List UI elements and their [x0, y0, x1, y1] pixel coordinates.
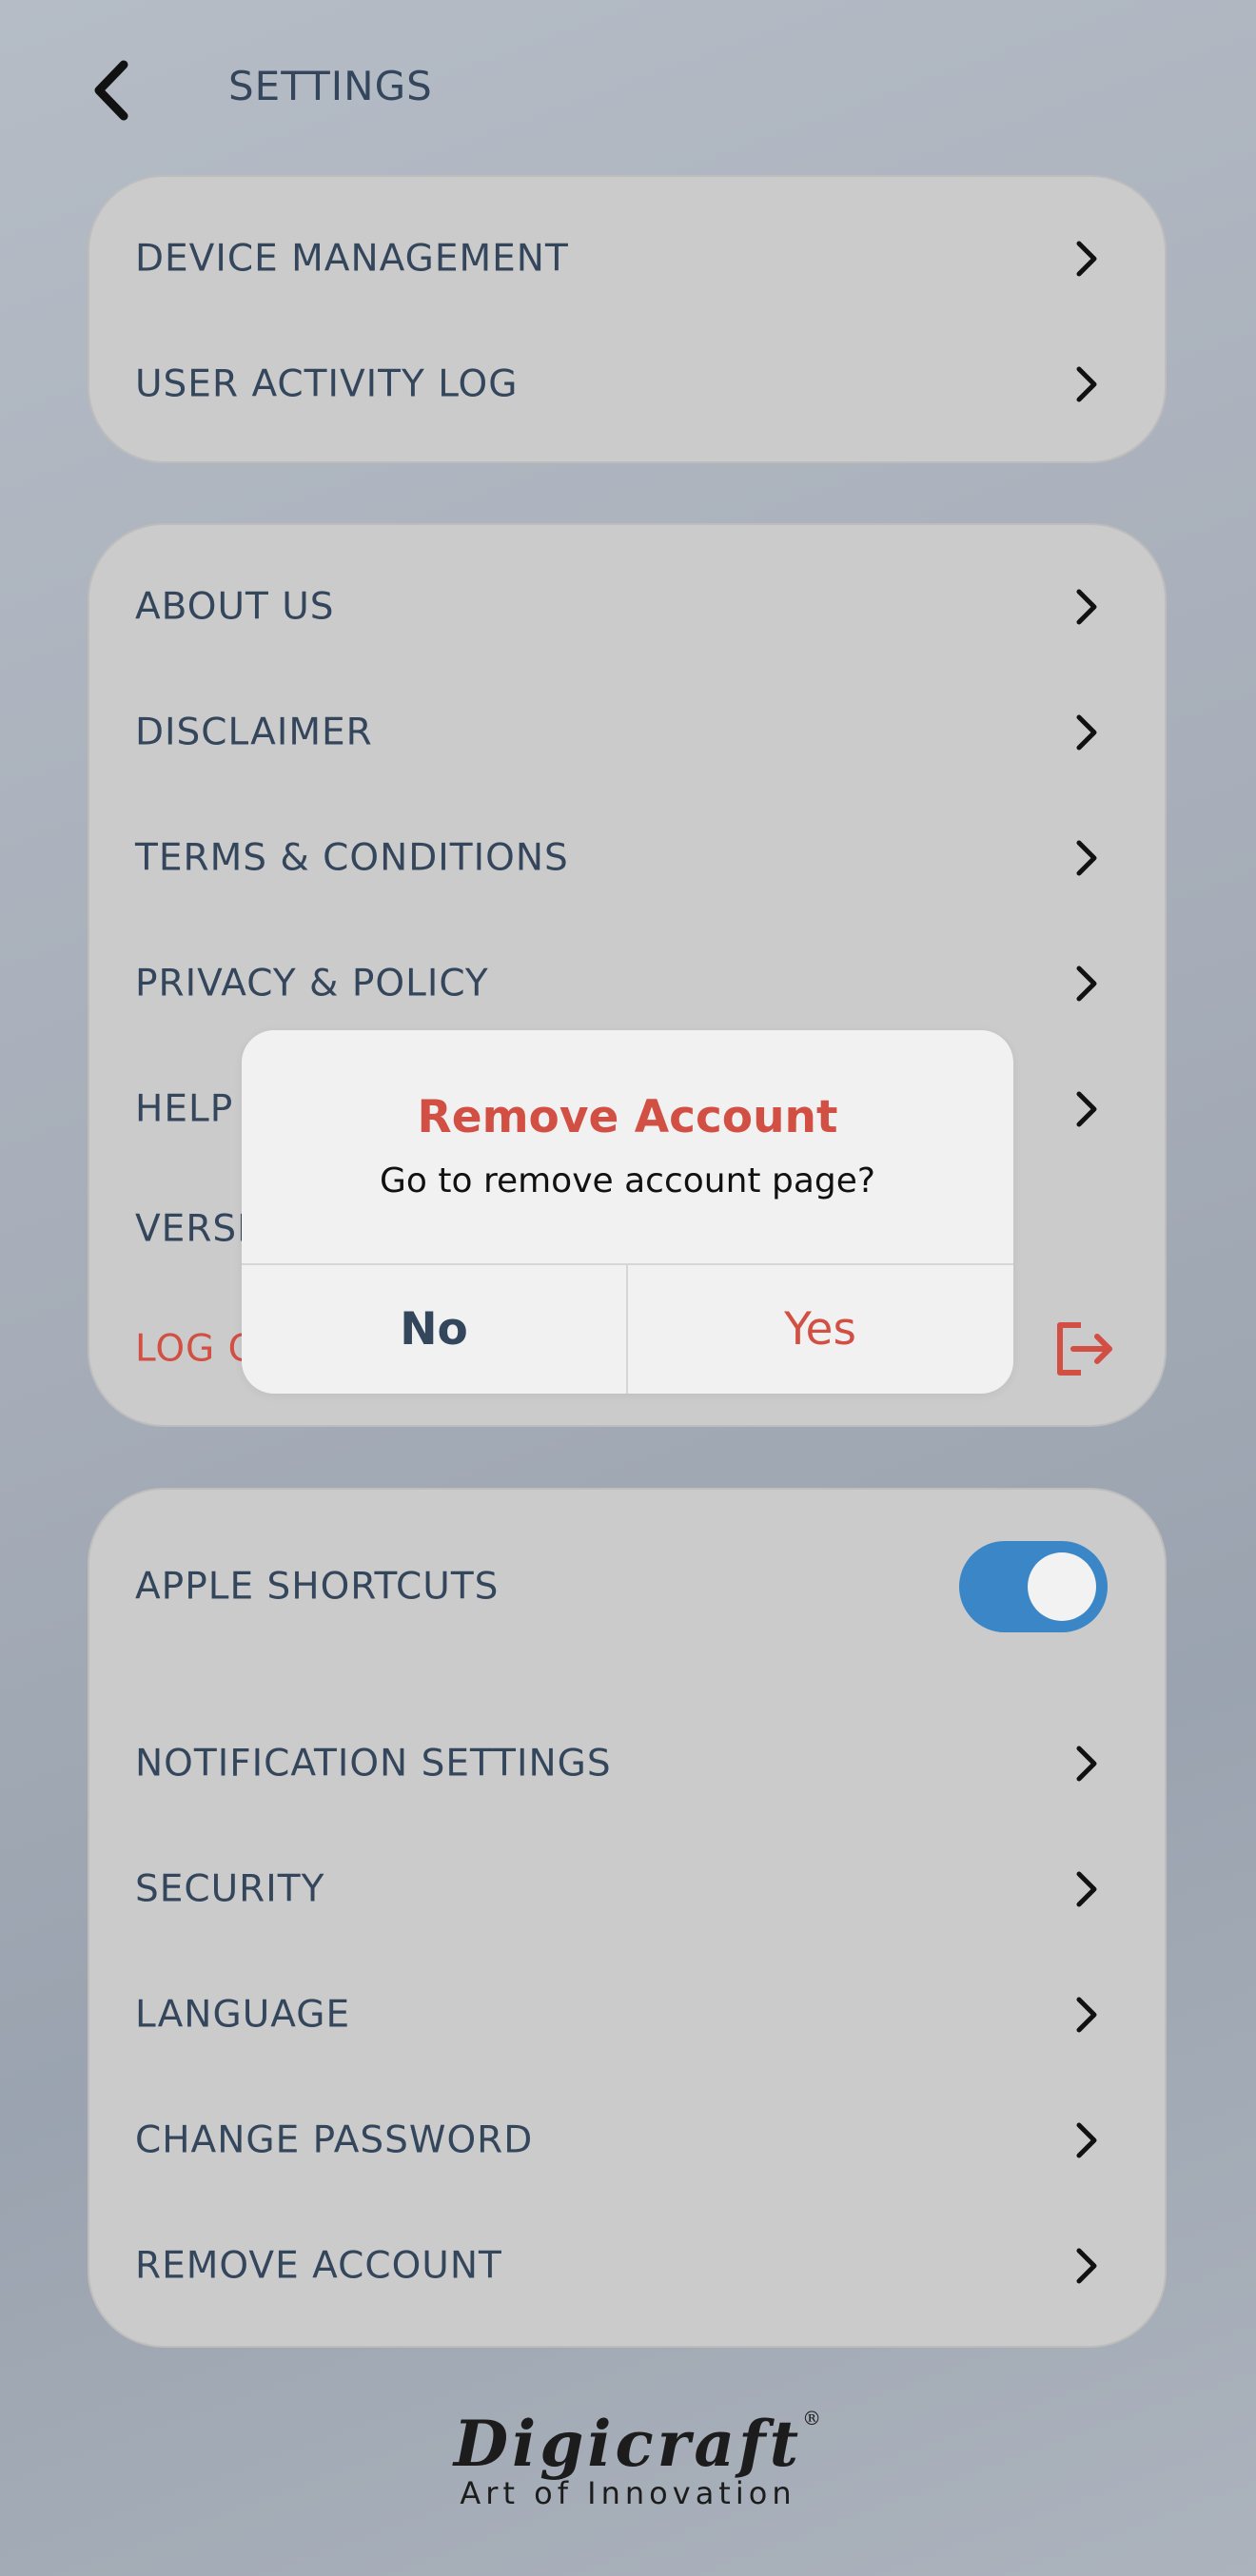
no-button[interactable]: No — [242, 1265, 626, 1394]
logout-label: LOG O — [135, 1327, 259, 1371]
menu-item-about-us[interactable]: ABOUT US — [89, 544, 1165, 670]
chevron-right-icon — [1076, 589, 1097, 625]
chevron-right-icon — [1076, 1091, 1097, 1127]
chevron-right-icon — [1076, 966, 1097, 1002]
apple-shortcuts-toggle[interactable] — [959, 1541, 1108, 1632]
logout-icon — [1057, 1322, 1112, 1376]
menu-item-label: SECURITY — [135, 1867, 325, 1911]
brand-wordmark: Digicraft ® — [453, 2407, 821, 2481]
chevron-right-icon — [1076, 1746, 1097, 1782]
menu-item-label: DISCLAIMER — [135, 711, 373, 754]
menu-item-label: NOTIFICATION SETTINGS — [135, 1742, 612, 1786]
registered-mark: ® — [802, 2407, 826, 2430]
back-button[interactable] — [84, 55, 150, 126]
chevron-right-icon — [1076, 366, 1097, 402]
menu-item-label: APPLE SHORTCUTS — [135, 1565, 500, 1609]
brand-logo: Digicraft ® Art of Innovation — [0, 2407, 1256, 2511]
chevron-right-icon — [1076, 2248, 1097, 2284]
page-title: SETTINGS — [228, 63, 433, 109]
menu-item-language[interactable]: LANGUAGE — [89, 1952, 1165, 2078]
menu-item-apple-shortcuts: APPLE SHORTCUTS — [89, 1509, 1165, 1665]
settings-group-account: APPLE SHORTCUTS NOTIFICATION SETTINGS SE… — [88, 1488, 1167, 2348]
menu-item-label: PRIVACY & POLICY — [135, 962, 489, 1005]
menu-item-terms-conditions[interactable]: TERMS & CONDITIONS — [89, 795, 1165, 921]
menu-item-label: VERSI — [135, 1207, 249, 1251]
menu-item-label: HELP — [135, 1087, 234, 1131]
menu-item-label: REMOVE ACCOUNT — [135, 2244, 502, 2288]
menu-item-label: USER ACTIVITY LOG — [135, 362, 519, 406]
toggle-knob — [1028, 1552, 1096, 1621]
chevron-right-icon — [1076, 840, 1097, 876]
remove-account-dialog: Remove Account Go to remove account page… — [242, 1030, 1013, 1394]
chevron-right-icon — [1076, 714, 1097, 751]
menu-item-label: TERMS & CONDITIONS — [135, 836, 569, 880]
yes-button[interactable]: Yes — [628, 1265, 1012, 1394]
menu-item-label: CHANGE PASSWORD — [135, 2118, 534, 2162]
settings-group-device: DEVICE MANAGEMENT USER ACTIVITY LOG — [88, 175, 1167, 463]
dialog-title: Remove Account — [417, 1091, 838, 1143]
chevron-right-icon — [1076, 2122, 1097, 2158]
chevron-right-icon — [1076, 241, 1097, 277]
brand-name: Digicraft — [453, 2407, 803, 2481]
menu-item-disclaimer[interactable]: DISCLAIMER — [89, 670, 1165, 795]
menu-item-privacy-policy[interactable]: PRIVACY & POLICY — [89, 921, 1165, 1046]
menu-item-device-management[interactable]: DEVICE MANAGEMENT — [89, 196, 1165, 322]
chevron-right-icon — [1076, 1997, 1097, 2033]
menu-item-user-activity-log[interactable]: USER ACTIVITY LOG — [89, 322, 1165, 447]
menu-item-security[interactable]: SECURITY — [89, 1826, 1165, 1952]
menu-item-remove-account[interactable]: REMOVE ACCOUNT — [89, 2203, 1165, 2329]
menu-item-label: DEVICE MANAGEMENT — [135, 237, 569, 281]
menu-item-label: ABOUT US — [135, 585, 335, 629]
dialog-message: Go to remove account page? — [380, 1161, 875, 1200]
menu-item-change-password[interactable]: CHANGE PASSWORD — [89, 2078, 1165, 2203]
chevron-left-icon — [94, 60, 128, 121]
menu-item-label: LANGUAGE — [135, 1993, 351, 2037]
chevron-right-icon — [1076, 1871, 1097, 1907]
header: SETTINGS — [0, 0, 1256, 181]
menu-item-notification-settings[interactable]: NOTIFICATION SETTINGS — [89, 1701, 1165, 1826]
